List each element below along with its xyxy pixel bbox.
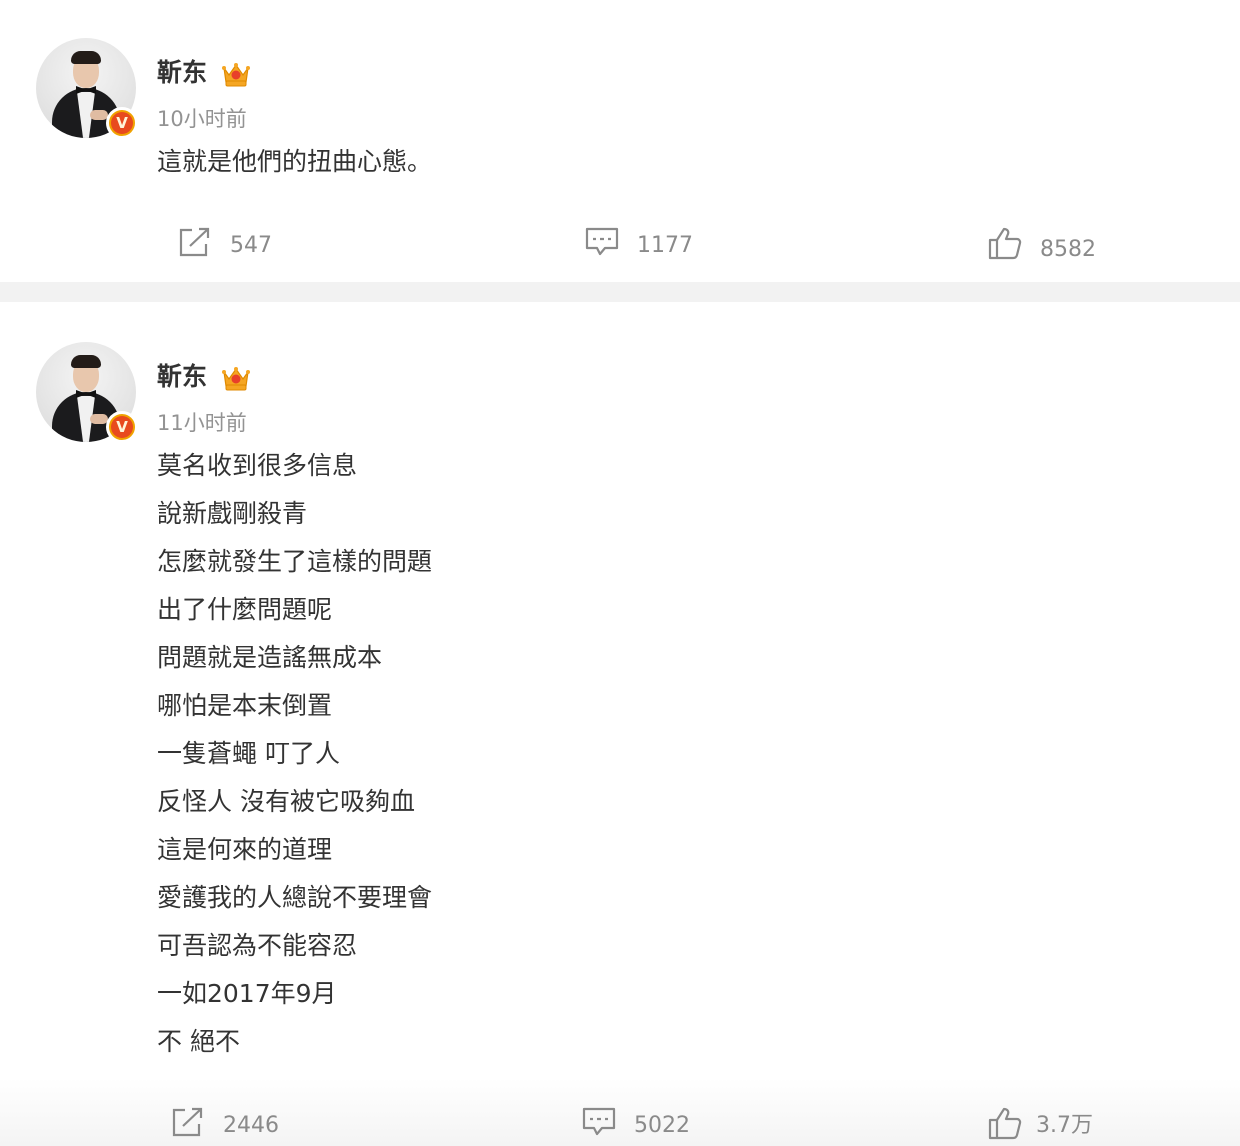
post-text-line: 反怪人 沒有被它吸夠血 — [157, 787, 415, 816]
post-text-line: 說新戲剛殺青 — [157, 499, 308, 528]
author-name[interactable]: 靳东 — [157, 58, 207, 88]
post-text-line: 這就是他們的扭曲心態。 — [157, 147, 433, 176]
avatar-hair — [71, 355, 101, 368]
repost-count: 547 — [230, 233, 272, 258]
comment-button[interactable]: 1177 — [585, 226, 715, 266]
post-time[interactable]: 10小时前 — [157, 106, 247, 132]
share-icon — [172, 1107, 203, 1137]
share-icon — [179, 227, 210, 257]
post-text-line: 莫名收到很多信息 — [157, 451, 358, 480]
verified-v-icon: V — [106, 107, 138, 139]
avatar-hand — [90, 414, 108, 424]
post-text-line: 可吾認為不能容忍 — [157, 931, 358, 960]
like-count: 3.7万 — [1036, 1113, 1093, 1138]
repost-button[interactable]: 547 — [178, 226, 298, 266]
post-text-line: 一如2017年9月 — [157, 979, 337, 1008]
avatar-hair — [71, 51, 101, 64]
comment-icon — [582, 1107, 616, 1136]
comment-count: 5022 — [634, 1113, 690, 1138]
like-button[interactable]: 8582 — [988, 226, 1118, 266]
weibo-post: V 靳东 10小时前 這就是他們的扭曲心態。 547 1177 8582 — [0, 0, 1240, 282]
like-count: 8582 — [1040, 237, 1096, 262]
comment-icon — [585, 227, 619, 256]
crown-icon[interactable] — [221, 364, 251, 392]
repost-count: 2446 — [223, 1113, 279, 1138]
post-text-line: 哪怕是本末倒置 — [157, 691, 333, 720]
post-text-line: 不 絕不 — [157, 1027, 240, 1056]
post-text-line: 出了什麼問題呢 — [157, 595, 333, 624]
thumbs-up-icon — [988, 1107, 1022, 1140]
like-button[interactable]: 3.7万 — [988, 1106, 1118, 1146]
post-text-line: 怎麼就發生了這樣的問題 — [157, 547, 433, 576]
post-time[interactable]: 11小时前 — [157, 410, 247, 436]
post-text-line: 這是何來的道理 — [157, 835, 333, 864]
author-name[interactable]: 靳东 — [157, 362, 207, 392]
repost-button[interactable]: 2446 — [171, 1106, 301, 1146]
post-text-line: 問題就是造謠無成本 — [157, 643, 383, 672]
comment-count: 1177 — [637, 233, 693, 258]
verified-v-icon: V — [106, 411, 138, 443]
post-text-line: 愛護我的人總說不要理會 — [157, 883, 433, 912]
post-text-line: 一隻蒼蠅 叮了人 — [157, 739, 340, 768]
weibo-post: V 靳东 11小时前 莫名收到很多信息 說新戲剛殺青 怎麼就發生了這樣的問題 出… — [0, 302, 1240, 1146]
avatar-hand — [90, 110, 108, 120]
crown-icon[interactable] — [221, 60, 251, 88]
post-divider — [0, 282, 1240, 302]
comment-button[interactable]: 5022 — [582, 1106, 712, 1146]
thumbs-up-icon — [988, 227, 1022, 260]
